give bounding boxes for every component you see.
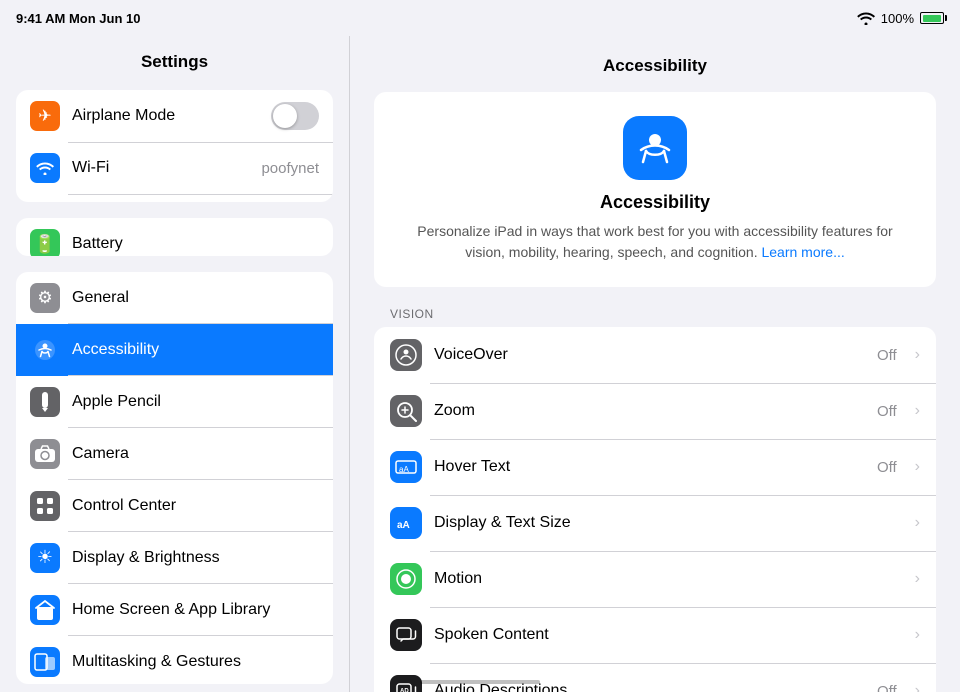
sidebar-item-display[interactable]: ☀ Display & Brightness [16, 532, 333, 584]
home-indicator [420, 680, 540, 684]
vision-section-label: VISION [390, 307, 936, 321]
sidebar-item-multitasking[interactable]: Multitasking & Gestures [16, 636, 333, 684]
apple-pencil-icon [30, 387, 60, 417]
audio-desc-chevron: › [915, 682, 920, 692]
sidebar-title: Settings [0, 36, 349, 82]
status-bar: 9:41 AM Mon Jun 10 100% [0, 0, 960, 36]
svg-text:aA: aA [399, 465, 409, 474]
hover-text-chevron: › [915, 458, 920, 476]
sidebar-item-accessibility[interactable]: Accessibility [16, 324, 333, 376]
settings-row-motion[interactable]: Motion › [374, 551, 936, 607]
hero-name: Accessibility [406, 192, 904, 213]
spoken-content-icon [390, 619, 422, 651]
multitasking-icon [30, 647, 60, 677]
voiceover-label: VoiceOver [434, 346, 865, 364]
zoom-label: Zoom [434, 402, 865, 420]
spoken-content-chevron: › [915, 626, 920, 644]
sidebar-item-general[interactable]: ⚙ General [16, 272, 333, 324]
app-container: Settings ✈ Airplane Mode Wi-Fi [0, 36, 960, 692]
hero-icon [623, 116, 687, 180]
hover-text-label: Hover Text [434, 458, 865, 476]
display-text-icon: aA [390, 507, 422, 539]
home-screen-label: Home Screen & App Library [72, 601, 319, 619]
svg-text:aA: aA [397, 520, 410, 531]
battery-label: Battery [72, 235, 319, 253]
hover-text-value: Off [877, 459, 897, 476]
main-content: Accessibility Accessibility Personalize … [350, 36, 960, 692]
motion-chevron: › [915, 570, 920, 588]
wifi-status-icon [857, 11, 875, 25]
camera-icon [30, 439, 60, 469]
general-icon: ⚙ [30, 283, 60, 313]
sidebar-item-camera[interactable]: Camera [16, 428, 333, 480]
sidebar-item-wifi[interactable]: Wi-Fi poofynet [16, 142, 333, 194]
voiceover-value: Off [877, 347, 897, 364]
hero-card: Accessibility Personalize iPad in ways t… [374, 92, 936, 287]
sidebar-group-battery: 🔋 Battery [16, 218, 333, 255]
settings-row-zoom[interactable]: Zoom Off › [374, 383, 936, 439]
battery-icon: 🔋 [30, 229, 60, 255]
display-text-chevron: › [915, 514, 920, 532]
display-text-label: Display & Text Size [434, 514, 901, 532]
sidebar-item-apple-pencil[interactable]: Apple Pencil [16, 376, 333, 428]
voiceover-icon [390, 339, 422, 371]
sidebar: Settings ✈ Airplane Mode Wi-Fi [0, 36, 350, 692]
settings-row-audio-desc[interactable]: AD Audio Descriptions Off › [374, 663, 936, 692]
battery-status-icon [920, 12, 944, 24]
camera-label: Camera [72, 445, 319, 463]
audio-desc-icon: AD [390, 675, 422, 692]
svg-text:AD: AD [400, 689, 409, 692]
home-screen-icon [30, 595, 60, 625]
sidebar-group-system: ⚙ General Accessibility [16, 272, 333, 684]
settings-row-hover-text[interactable]: aA Hover Text Off › [374, 439, 936, 495]
main-title: Accessibility [374, 56, 936, 76]
vision-group: VoiceOver Off › Zoom Off › [374, 327, 936, 692]
audio-desc-value: Off [877, 683, 897, 692]
sidebar-group-network: ✈ Airplane Mode Wi-Fi poofynet [16, 90, 333, 202]
motion-label: Motion [434, 570, 901, 588]
status-right: 100% [857, 11, 944, 26]
status-time: 9:41 AM Mon Jun 10 [16, 11, 140, 26]
settings-row-spoken-content[interactable]: Spoken Content › [374, 607, 936, 663]
apple-pencil-label: Apple Pencil [72, 393, 319, 411]
hero-desc: Personalize iPad in ways that work best … [406, 221, 904, 263]
sidebar-item-home-screen[interactable]: Home Screen & App Library [16, 584, 333, 636]
hover-text-icon: aA [390, 451, 422, 483]
wifi-value: poofynet [261, 160, 319, 177]
display-icon: ☀ [30, 543, 60, 573]
settings-row-display-text[interactable]: aA Display & Text Size › [374, 495, 936, 551]
wifi-label: Wi-Fi [72, 159, 249, 177]
zoom-chevron: › [915, 402, 920, 420]
sidebar-item-airplane-mode[interactable]: ✈ Airplane Mode [16, 90, 333, 142]
sidebar-item-battery[interactable]: 🔋 Battery [16, 218, 333, 255]
control-center-icon [30, 491, 60, 521]
accessibility-label: Accessibility [72, 341, 319, 359]
airplane-mode-toggle[interactable] [271, 102, 319, 130]
zoom-icon [390, 395, 422, 427]
settings-row-voiceover[interactable]: VoiceOver Off › [374, 327, 936, 383]
zoom-value: Off [877, 403, 897, 420]
wifi-icon [30, 153, 60, 183]
airplane-mode-label: Airplane Mode [72, 107, 259, 125]
battery-percent: 100% [881, 11, 914, 26]
airplane-mode-icon: ✈ [30, 101, 60, 131]
accessibility-icon [30, 335, 60, 365]
motion-icon [390, 563, 422, 595]
learn-more-link[interactable]: Learn more... [761, 244, 844, 260]
display-label: Display & Brightness [72, 549, 319, 567]
spoken-content-label: Spoken Content [434, 626, 901, 644]
sidebar-item-bluetooth[interactable]: Bluetooth On [16, 194, 333, 202]
control-center-label: Control Center [72, 497, 319, 515]
sidebar-item-control-center[interactable]: Control Center [16, 480, 333, 532]
multitasking-label: Multitasking & Gestures [72, 653, 319, 671]
voiceover-chevron: › [915, 346, 920, 364]
general-label: General [72, 289, 319, 307]
